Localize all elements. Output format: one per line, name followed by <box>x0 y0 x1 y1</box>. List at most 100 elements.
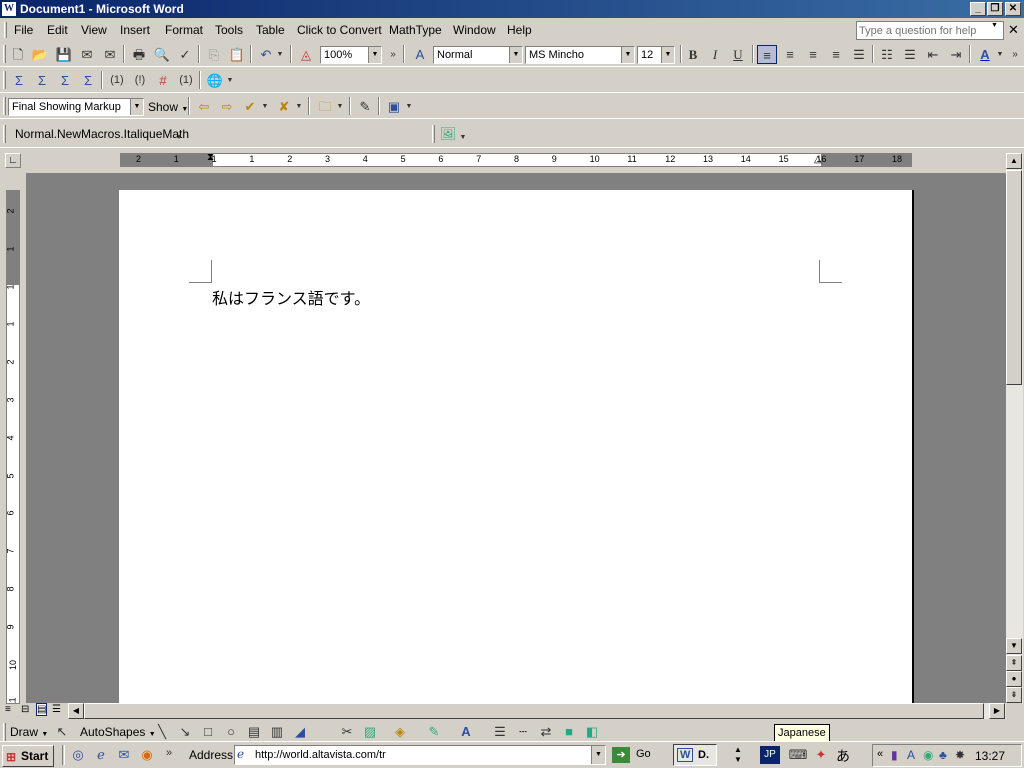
next-page-icon[interactable]: ⇟ <box>1006 687 1022 703</box>
update-equation-numbers-icon[interactable]: (1) <box>176 71 196 90</box>
tray-app-icon-1[interactable]: ▮ <box>891 748 898 762</box>
paste-icon[interactable]: 📋 <box>227 45 247 64</box>
start-button[interactable]: ⊞ Start <box>2 745 54 767</box>
bold-button[interactable]: B <box>683 45 703 64</box>
font-color-dropdown-icon[interactable]: ▼ <box>995 45 1005 64</box>
arrow-style-icon[interactable]: ⇄ <box>536 722 556 741</box>
tray-app-icon-4[interactable]: ♣ <box>939 748 947 762</box>
reject-dropdown-icon[interactable]: ▼ <box>294 97 304 116</box>
menu-format[interactable]: Format <box>165 23 203 37</box>
line-icon[interactable]: ╲ <box>152 722 172 741</box>
scroll-thumb[interactable] <box>1006 170 1022 385</box>
undo-dropdown-icon[interactable]: ▼ <box>274 45 286 64</box>
close-button[interactable]: ✕ <box>1005 2 1021 16</box>
numbering-icon[interactable]: ☷ <box>877 45 897 64</box>
menu-click-to-convert[interactable]: Click to Convert <box>297 23 382 37</box>
select-objects-icon[interactable]: ↖ <box>52 722 72 741</box>
picture-icon[interactable]: ▨ <box>360 722 380 741</box>
fill-color-icon[interactable]: ◈ <box>390 722 410 741</box>
print-icon[interactable]: 🖶 <box>129 45 149 64</box>
ime-mode-indicator[interactable]: あ <box>836 746 850 766</box>
go-arrow-icon[interactable]: ➔ <box>612 747 630 763</box>
underline-button[interactable]: U <box>728 45 748 64</box>
quicklaunch-outlook-icon[interactable]: ✉ <box>114 745 134 764</box>
reviewing-pane-dropdown-icon[interactable]: ▼ <box>404 97 414 116</box>
rectangle-icon[interactable]: □ <box>198 722 218 741</box>
ime-tools-icon[interactable]: ✦ <box>811 745 831 764</box>
menu-table[interactable]: Table <box>256 23 285 37</box>
menu-tools[interactable]: Tools <box>215 23 243 37</box>
help-dropdown-arrow[interactable]: ▼ <box>991 22 998 29</box>
menu-insert[interactable]: Insert <box>120 23 150 37</box>
font-size-dropdown-icon[interactable]: ▼ <box>661 47 674 63</box>
font-color-icon[interactable]: A <box>975 45 995 64</box>
ime-keyboard-icon[interactable]: ⌨ <box>788 745 808 764</box>
bullets-icon[interactable]: ☰ <box>900 45 920 64</box>
taskbar-scroll-arrows-icon[interactable]: ▲ ▼ <box>732 745 744 765</box>
oval-icon[interactable]: ○ <box>221 722 241 741</box>
tray-app-icon-3[interactable]: ◉ <box>923 748 933 762</box>
insert-picture-icon[interactable]: 🖼 <box>438 124 458 143</box>
scroll-down-arrow-icon[interactable]: ▼ <box>1006 638 1022 654</box>
save-icon[interactable]: 💾 <box>54 45 74 64</box>
next-change-icon[interactable]: ⇨ <box>217 97 237 116</box>
insert-equation-number-icon[interactable]: (1) <box>107 71 127 90</box>
draw-font-color-icon[interactable]: A <box>456 722 476 741</box>
tab-selector-button[interactable]: ∟ <box>5 153 21 168</box>
insert-comment-icon[interactable]: 🗀 <box>315 97 335 116</box>
open-folder-icon[interactable]: 📂 <box>30 45 50 64</box>
insert-equation-reference-icon[interactable]: (!) <box>130 71 150 90</box>
insert-chapter-break-icon[interactable]: # <box>153 71 173 90</box>
macro-dropdown-icon[interactable]: ▼ <box>174 128 184 147</box>
macro-button[interactable]: Normal.NewMacros.ItaliqueMath <box>15 125 189 143</box>
help-search-input[interactable] <box>856 21 1004 40</box>
quicklaunch-browser-icon[interactable]: ◎ <box>68 745 88 764</box>
wordart-icon[interactable]: ◢ <box>290 722 310 741</box>
zoom-combo[interactable]: 100% ▼ <box>320 46 382 64</box>
style-dropdown-icon[interactable]: ▼ <box>509 47 522 63</box>
minimize-button[interactable]: _ <box>970 2 986 16</box>
menu-view[interactable]: View <box>81 23 107 37</box>
menu-window[interactable]: Window <box>453 23 496 37</box>
toolbar-options-icon[interactable]: » <box>386 45 400 64</box>
insert-left-numbered-equation-icon[interactable]: Σ <box>55 71 75 90</box>
print-layout-icon[interactable]: ▤ <box>36 703 48 716</box>
scroll-left-arrow-icon[interactable]: ◀ <box>68 703 84 719</box>
mathpage-dropdown-icon[interactable]: ▼ <box>225 71 235 90</box>
line-color-icon[interactable]: ✎ <box>424 722 444 741</box>
align-center-button[interactable]: ≡ <box>780 45 800 64</box>
select-browse-object-icon[interactable]: ● <box>1006 671 1022 687</box>
shadow-icon[interactable]: ■ <box>559 722 579 741</box>
align-right-button[interactable]: ≡ <box>803 45 823 64</box>
copy-icon[interactable]: ⎘ <box>204 45 224 64</box>
track-changes-icon[interactable]: ✎ <box>355 97 375 116</box>
previous-page-icon[interactable]: ⇞ <box>1006 655 1022 671</box>
spelling-icon[interactable]: ✓ <box>175 45 195 64</box>
address-dropdown-icon[interactable]: ▼ <box>591 746 605 764</box>
style-combo[interactable]: Normal ▼ <box>433 46 523 64</box>
dash-style-icon[interactable]: ┄ <box>513 722 533 741</box>
clock[interactable]: 13:27 <box>975 749 1005 763</box>
display-for-review-dropdown-icon[interactable]: ▼ <box>130 99 143 115</box>
mathpage-icon[interactable]: 🌐 <box>205 71 225 90</box>
clip-art-icon[interactable]: ✂ <box>337 722 357 741</box>
arrow-icon[interactable]: ↘ <box>175 722 195 741</box>
menu-edit[interactable]: Edit <box>47 23 68 37</box>
quicklaunch-firefox-icon[interactable]: ◉ <box>137 745 157 764</box>
decrease-indent-icon[interactable]: ⇤ <box>923 45 943 64</box>
tray-app-icon-5[interactable]: ✸ <box>955 748 965 762</box>
tray-app-icon-2[interactable]: A <box>907 748 915 762</box>
line-style-icon[interactable]: ☰ <box>490 722 510 741</box>
italic-button[interactable]: I <box>705 45 725 64</box>
outline-view-icon[interactable]: ☰ <box>52 704 61 715</box>
word-app-icon[interactable]: W <box>2 2 16 16</box>
distributed-button[interactable]: ☰ <box>849 45 869 64</box>
permission-icon[interactable]: ✉ <box>77 45 97 64</box>
undo-icon[interactable]: ↶ <box>256 45 276 64</box>
menu-mathtype[interactable]: MathType <box>389 23 442 37</box>
web-layout-icon[interactable]: ⊟ <box>21 704 29 715</box>
accept-change-icon[interactable]: ✔ <box>240 97 260 116</box>
print-preview-icon[interactable]: 🔍 <box>152 45 172 64</box>
quicklaunch-more-icon[interactable]: » <box>162 744 176 763</box>
quicklaunch-ie-icon[interactable]: ℯ <box>91 745 111 764</box>
